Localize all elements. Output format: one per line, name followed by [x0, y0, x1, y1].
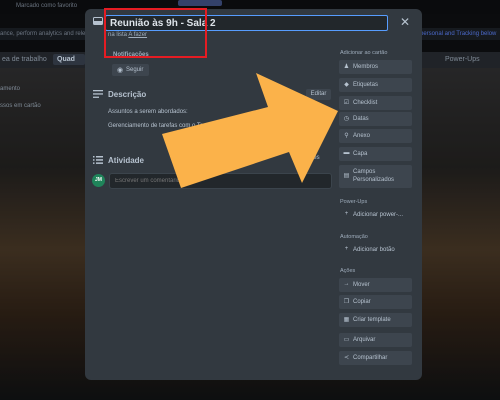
board-list-item[interactable]: ssos em cartão	[0, 103, 41, 109]
card-icon	[93, 17, 103, 25]
dates-label: Datas	[353, 116, 369, 122]
plus-icon: +	[344, 246, 349, 252]
cover-button[interactable]: ▬ Capa	[339, 147, 412, 161]
description-title: Descrição	[108, 90, 147, 99]
add-powerup-button[interactable]: + Adicionar power-...	[339, 208, 412, 222]
powerups-link[interactable]: Power-Ups	[445, 56, 480, 63]
labels-button[interactable]: ◆ Etiquetas	[339, 78, 412, 92]
checklist-label: Checklist	[353, 100, 378, 106]
top-bar-tab	[178, 0, 222, 6]
show-details-button[interactable]: nes	[310, 155, 320, 161]
person-icon: ♟	[343, 64, 350, 70]
create-template-button[interactable]: ▦ Criar template	[339, 313, 412, 327]
add-button-button[interactable]: + Adicionar botão	[339, 243, 412, 257]
follow-button[interactable]: ◉ Seguir	[112, 64, 149, 76]
description-text-line: Gerenciamento de tarefas com o Tr	[108, 123, 203, 129]
checklist-icon: ☑	[343, 100, 350, 106]
share-icon: ≺	[343, 355, 350, 361]
copy-button[interactable]: ❐ Copiar	[339, 295, 412, 309]
cover-icon: ▬	[343, 150, 350, 156]
board-list-item[interactable]: amento	[0, 86, 20, 92]
create-template-label: Criar template	[353, 317, 391, 323]
template-icon: ▦	[343, 317, 350, 323]
move-button[interactable]: → Mover	[339, 278, 412, 292]
add-to-card-heading: Adicionar ao cartão	[340, 50, 388, 56]
powerups-heading: Power-Ups	[340, 199, 368, 205]
edit-description-button[interactable]: Editar	[306, 89, 331, 100]
avatar[interactable]: JM	[92, 174, 105, 187]
labels-label: Etiquetas	[353, 82, 379, 88]
arrow-right-icon: →	[343, 281, 350, 287]
eye-icon: ◉	[117, 67, 124, 74]
archive-button[interactable]: ▭ Arquivar	[339, 333, 412, 347]
copy-icon: ❐	[343, 299, 350, 305]
share-button[interactable]: ≺ Compartilhar	[339, 351, 412, 365]
plus-icon: +	[344, 211, 349, 217]
comment-input[interactable]	[109, 173, 332, 189]
checklist-button[interactable]: ☑ Checklist	[339, 96, 412, 110]
archive-label: Arquivar	[353, 337, 376, 343]
favorite-text: Marcado como favorito	[16, 3, 78, 9]
actions-heading: Ações	[340, 268, 356, 274]
close-icon[interactable]: ✕	[400, 15, 410, 29]
dates-button[interactable]: ◷ Datas	[339, 112, 412, 126]
archive-icon: ▭	[343, 337, 350, 343]
members-label: Membros	[353, 64, 379, 70]
description-icon	[93, 90, 103, 98]
activity-title: Atividade	[108, 156, 145, 165]
copy-label: Copiar	[353, 299, 371, 305]
attachment-label: Anexo	[353, 133, 371, 139]
automation-heading: Automação	[340, 234, 368, 240]
attachment-button[interactable]: ⚲ Anexo	[339, 129, 412, 143]
board-view-label: Quad	[57, 56, 75, 63]
cover-label: Capa	[353, 151, 368, 157]
paperclip-icon: ⚲	[344, 133, 349, 139]
annotation-highlight-box	[104, 8, 207, 58]
custom-fields-button[interactable]: ▤ Campos Personalizados	[339, 165, 412, 188]
custom-fields-label: Campos Personalizados	[353, 169, 395, 183]
add-powerup-label: Adicionar power-...	[353, 212, 404, 218]
activity-icon	[93, 156, 103, 164]
share-label: Compartilhar	[353, 355, 388, 361]
workspace-label[interactable]: ea de trabalho	[2, 56, 47, 63]
move-label: Mover	[353, 282, 370, 288]
custom-fields-icon: ▤	[343, 173, 350, 179]
add-button-label: Adicionar botão	[353, 247, 395, 253]
members-button[interactable]: ♟ Membros	[339, 60, 412, 74]
description-text-line: Assuntos a serem abordados:	[108, 109, 188, 115]
info-banner-text: ance, perform analytics and rele	[0, 31, 86, 37]
clock-icon: ◷	[343, 116, 350, 122]
follow-label: Seguir	[126, 67, 144, 73]
info-banner-link[interactable]: personal and Tracking below	[420, 31, 496, 37]
tag-icon: ◆	[344, 82, 349, 88]
